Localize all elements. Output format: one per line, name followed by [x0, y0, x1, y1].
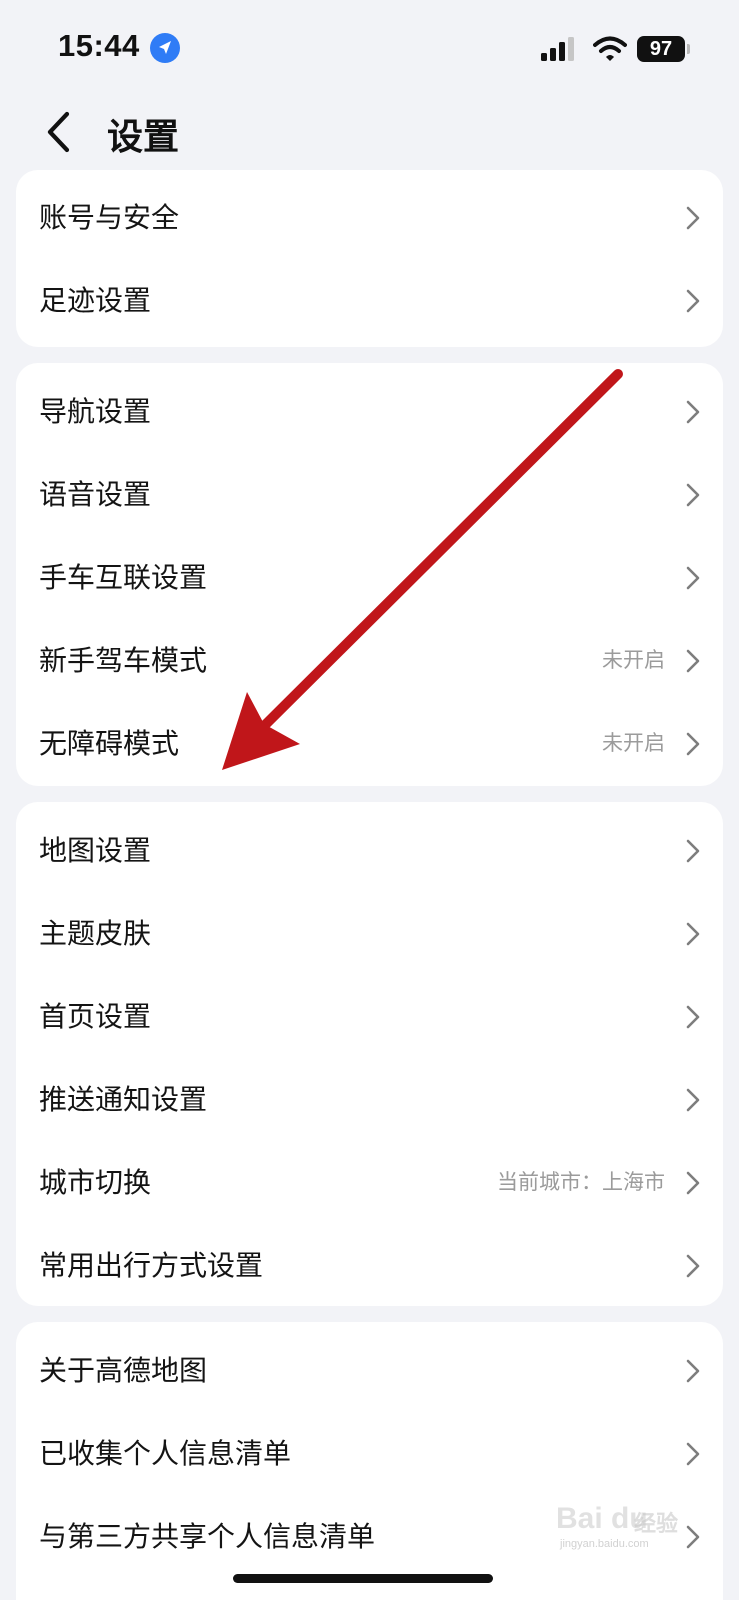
chevron-right-icon — [685, 921, 701, 947]
watermark-url: jingyan.baidu.com — [560, 1538, 649, 1550]
row-map-settings[interactable]: 地图设置 — [16, 809, 723, 892]
row-navigation-settings[interactable]: 导航设置 — [16, 370, 723, 453]
battery-tip — [687, 44, 690, 54]
row-label: 常用出行方式设置 — [39, 1249, 264, 1282]
row-label: 与第三方共享个人信息清单 — [39, 1520, 376, 1553]
chevron-right-icon — [685, 648, 701, 674]
settings-card-about: 关于高德地图 已收集个人信息清单 与第三方共享个人信息清单 — [16, 1322, 723, 1600]
row-novice-driving-mode[interactable]: 新手驾车模式 未开启 — [16, 619, 723, 702]
row-label: 账号与安全 — [39, 201, 180, 234]
chevron-right-icon — [685, 565, 701, 591]
row-collected-info-list[interactable]: 已收集个人信息清单 — [16, 1412, 723, 1495]
battery-indicator: 97 — [637, 36, 685, 62]
row-push-notification-settings[interactable]: 推送通知设置 — [16, 1058, 723, 1141]
row-status-value: 未开启 — [602, 648, 665, 672]
row-label: 语音设置 — [39, 478, 152, 511]
row-travel-mode-settings[interactable]: 常用出行方式设置 — [16, 1224, 723, 1307]
chevron-right-icon — [685, 482, 701, 508]
chevron-right-icon — [685, 731, 701, 757]
page-title: 设置 — [107, 117, 180, 158]
row-label: 城市切换 — [39, 1166, 152, 1199]
row-label: 关于高德地图 — [39, 1354, 208, 1387]
row-label: 新手驾车模式 — [39, 644, 208, 677]
row-account-security[interactable]: 账号与安全 — [16, 176, 723, 259]
row-about-amap[interactable]: 关于高德地图 — [16, 1329, 723, 1412]
location-arrow-icon — [150, 33, 180, 63]
row-voice-settings[interactable]: 语音设置 — [16, 453, 723, 536]
row-city-switch[interactable]: 城市切换 当前城市：上海市 — [16, 1141, 723, 1224]
row-label: 无障碍模式 — [39, 727, 180, 760]
row-label: 推送通知设置 — [39, 1083, 208, 1116]
baidu-jingyan-watermark: Bai du 经验 jingyan.baidu.com — [556, 1500, 696, 1550]
wifi-icon — [593, 36, 627, 66]
row-label: 已收集个人信息清单 — [39, 1437, 292, 1470]
settings-screen: 15:44 97 设置 账号与安全 足迹设置 导航设置 语音设置 手车互联设置 … — [0, 0, 739, 1600]
home-indicator[interactable] — [233, 1574, 493, 1583]
chevron-right-icon — [685, 399, 701, 425]
row-label: 主题皮肤 — [39, 917, 152, 950]
row-label: 首页设置 — [39, 1000, 152, 1033]
watermark-text: 经验 — [634, 1512, 679, 1537]
status-time: 15:44 — [58, 28, 140, 63]
settings-card-map: 地图设置 主题皮肤 首页设置 推送通知设置 城市切换 当前城市：上海市 常用出行… — [16, 802, 723, 1306]
row-footprint-settings[interactable]: 足迹设置 — [16, 259, 723, 342]
chevron-right-icon — [685, 1253, 701, 1279]
chevron-right-icon — [685, 1004, 701, 1030]
status-bar: 15:44 97 — [0, 0, 739, 96]
chevron-right-icon — [685, 1087, 701, 1113]
chevron-right-icon — [685, 1170, 701, 1196]
settings-card-account: 账号与安全 足迹设置 — [16, 170, 723, 347]
row-accessibility-mode[interactable]: 无障碍模式 未开启 — [16, 702, 723, 785]
row-label: 导航设置 — [39, 395, 152, 428]
row-status-value: 未开启 — [602, 731, 665, 755]
chevron-right-icon — [685, 1358, 701, 1384]
row-phone-car-connect[interactable]: 手车互联设置 — [16, 536, 723, 619]
chevron-right-icon — [685, 838, 701, 864]
row-label: 足迹设置 — [39, 284, 152, 317]
row-home-settings[interactable]: 首页设置 — [16, 975, 723, 1058]
cellular-signal-icon — [541, 37, 581, 65]
back-chevron-left-icon[interactable] — [40, 110, 80, 154]
row-label: 手车互联设置 — [39, 561, 208, 594]
chevron-right-icon — [685, 1441, 701, 1467]
row-current-city-value: 当前城市：上海市 — [497, 1170, 665, 1194]
settings-card-navigation: 导航设置 语音设置 手车互联设置 新手驾车模式 未开启 无障碍模式 未开启 — [16, 363, 723, 786]
nav-bar: 设置 — [0, 96, 739, 172]
chevron-right-icon — [685, 205, 701, 231]
chevron-right-icon — [685, 288, 701, 314]
row-theme-skin[interactable]: 主题皮肤 — [16, 892, 723, 975]
row-label: 地图设置 — [39, 834, 152, 867]
